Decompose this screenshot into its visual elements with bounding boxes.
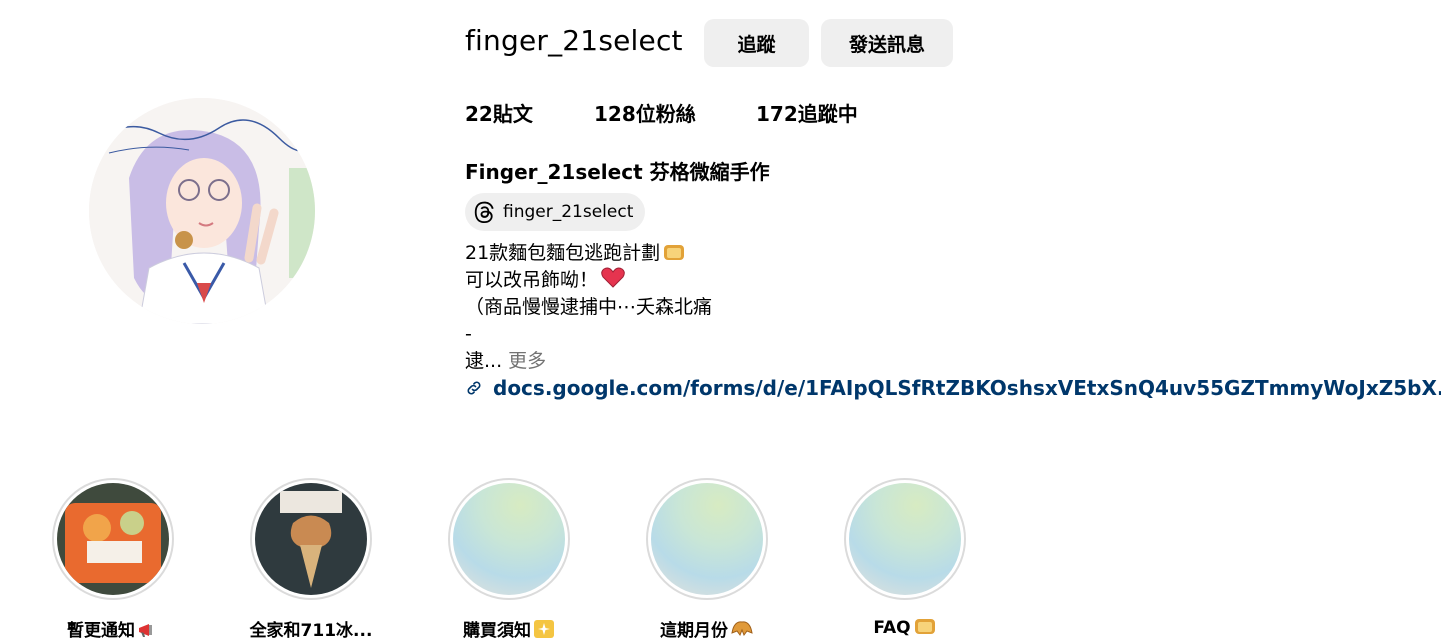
highlight-item-1[interactable]: 暫更通知 xyxy=(33,478,193,641)
highlight-item-3[interactable]: 購買須知 xyxy=(429,478,589,641)
highlight-item-5[interactable]: FAQ xyxy=(825,478,985,638)
highlight-label-4: 這期月份 xyxy=(627,616,787,641)
threads-icon xyxy=(474,201,494,223)
highlight-cover xyxy=(453,483,565,595)
highlight-label-3-text: 購買須知 xyxy=(463,621,531,641)
followers-stat[interactable]: 128位粉絲 xyxy=(594,98,696,127)
highlight-cover xyxy=(255,483,367,595)
highlight-cover xyxy=(849,483,961,595)
sparkle-icon xyxy=(534,620,554,638)
highlight-cover xyxy=(57,483,169,595)
highlight-label-5: FAQ xyxy=(825,616,985,638)
followers-label: 位粉絲 xyxy=(635,102,696,126)
bio-line-3: （商品慢慢逮捕中⋯夭森北痛 xyxy=(465,296,713,318)
highlight-label-4-text: 這期月份 xyxy=(660,621,728,641)
posts-count: 22 xyxy=(465,102,493,126)
bio-more-link[interactable]: 更多 xyxy=(508,350,546,372)
bio-line-4: - xyxy=(465,323,472,345)
bio-line-2: 可以改吊飾呦！ xyxy=(465,267,712,294)
bio-line-1: 21款麵包麵包逃跑計劃 xyxy=(465,240,712,267)
highlight-cover xyxy=(651,483,763,595)
highlight-ring xyxy=(646,478,768,600)
following-label: 追蹤中 xyxy=(797,102,858,126)
megaphone-icon xyxy=(139,624,152,637)
profile-avatar[interactable] xyxy=(89,98,315,324)
bio-line-5: 逮... 更多 xyxy=(465,348,712,375)
highlight-label-1: 暫更通知 xyxy=(33,616,193,641)
following-count: 172 xyxy=(756,102,798,126)
follow-button[interactable]: 追蹤 xyxy=(704,19,809,67)
highlight-label-1-text: 暫更通知 xyxy=(67,621,135,641)
highlight-item-2[interactable]: 全家和711冰... xyxy=(231,478,391,641)
profile-full-name: Finger_21select 芬格微縮手作 xyxy=(465,160,770,184)
highlight-cover-image xyxy=(57,483,169,595)
highlight-label-3: 購買須知 xyxy=(429,616,589,641)
bio-line-1-text: 21款麵包麵包逃跑計劃 xyxy=(465,242,661,264)
highlight-label-5-text: FAQ xyxy=(873,618,911,638)
send-message-button[interactable]: 發送訊息 xyxy=(821,19,953,67)
bio-line-2-text: 可以改吊飾呦！ xyxy=(465,269,599,291)
profile-username: finger_21select xyxy=(465,24,683,57)
link-icon xyxy=(467,381,481,395)
threads-handle: finger_21select xyxy=(503,202,634,222)
posts-stat: 22貼文 xyxy=(465,98,533,127)
highlight-ring xyxy=(250,478,372,600)
followers-count: 128 xyxy=(594,102,636,126)
highlight-ring xyxy=(52,478,174,600)
highlight-item-4[interactable]: 這期月份 xyxy=(627,478,787,641)
threads-badge[interactable]: finger_21select xyxy=(465,193,646,231)
profile-external-link[interactable]: docs.google.com/forms/d/e/1FAIpQLSfRtZBK… xyxy=(465,376,1441,400)
highlight-ring xyxy=(844,478,966,600)
bread-icon xyxy=(664,245,685,260)
link-text: docs.google.com/forms/d/e/1FAIpQLSfRtZBK… xyxy=(493,376,1441,400)
following-stat[interactable]: 172追蹤中 xyxy=(756,98,858,127)
bio-line-5-text: 逮... xyxy=(465,350,503,372)
highlight-cover-image xyxy=(255,483,367,595)
posts-label: 貼文 xyxy=(492,102,533,126)
highlight-ring xyxy=(448,478,570,600)
highlight-label-2: 全家和711冰... xyxy=(249,621,373,641)
heart-icon xyxy=(601,267,625,288)
profile-bio: 21款麵包麵包逃跑計劃 可以改吊飾呦！ （商品慢慢逮捕中⋯夭森北痛 - 逮...… xyxy=(465,240,712,375)
avatar-illustration xyxy=(89,98,315,324)
croissant-icon xyxy=(731,621,753,637)
bread-icon xyxy=(914,619,935,634)
